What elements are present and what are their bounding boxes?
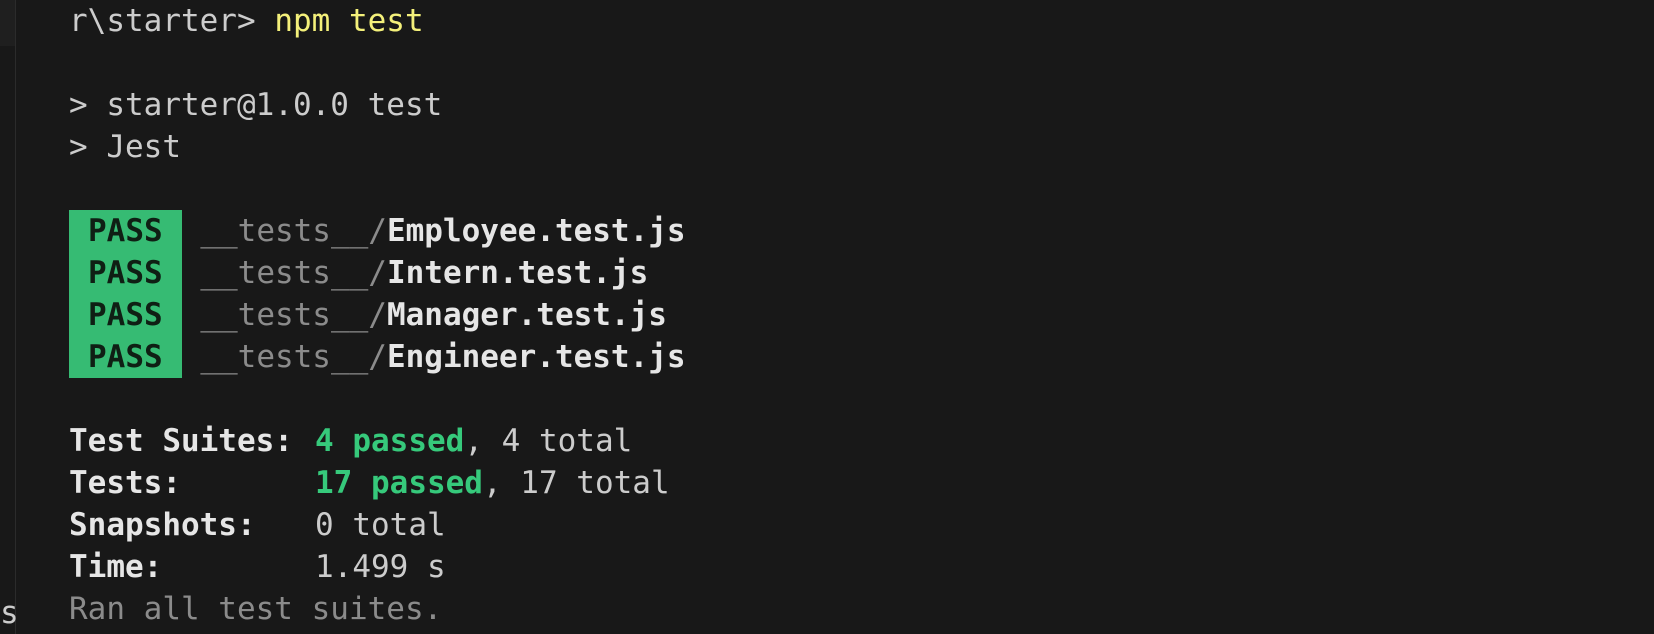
- pass-badge: PASS: [69, 294, 182, 336]
- summary-value: 1.499 s: [315, 549, 446, 585]
- summary-passed: 17 passed: [315, 465, 483, 501]
- test-dir: __tests__/: [200, 339, 387, 375]
- test-dir: __tests__/: [200, 297, 387, 333]
- summary-label: Tests:: [69, 465, 181, 501]
- prompt-path: r\starter>: [69, 3, 256, 39]
- summary-label: Time:: [69, 549, 163, 585]
- test-file: Employee.test.js: [386, 213, 686, 249]
- pass-badge: PASS: [69, 210, 182, 252]
- terminal-output: r\starter> npm test > starter@1.0.0 test…: [69, 0, 1639, 630]
- summary-tests: Tests: 17 passed, 17 total: [69, 462, 1639, 504]
- gutter-divider: [15, 0, 16, 634]
- test-dir: __tests__/: [200, 255, 387, 291]
- summary-value: 0 total: [315, 507, 446, 543]
- test-file: Manager.test.js: [386, 297, 667, 333]
- test-dir: __tests__/: [200, 213, 387, 249]
- pass-badge: PASS: [69, 336, 182, 378]
- test-result-row: PASS __tests__/Employee.test.js: [69, 210, 1639, 252]
- test-file: Intern.test.js: [386, 255, 649, 291]
- script-line: > starter@1.0.0 test: [69, 87, 443, 123]
- test-result-row: PASS __tests__/Intern.test.js: [69, 252, 1639, 294]
- summary-passed: 4 passed: [315, 423, 465, 459]
- summary-label: Snapshots:: [69, 507, 256, 543]
- terminal-panel[interactable]: s r\starter> npm test > starter@1.0.0 te…: [0, 0, 1654, 634]
- prompt-command: npm test: [274, 3, 424, 39]
- summary-total: , 4 total: [464, 423, 633, 459]
- left-gutter: [0, 0, 16, 46]
- summary-total: , 17 total: [482, 465, 670, 501]
- summary-snapshots: Snapshots: 0 total: [69, 504, 1639, 546]
- summary-label: Test Suites:: [69, 423, 293, 459]
- summary-suites: Test Suites: 4 passed, 4 total: [69, 420, 1639, 462]
- pass-badge: PASS: [69, 252, 182, 294]
- summary-footer: Ran all test suites.: [69, 591, 443, 627]
- summary-time: Time: 1.499 s: [69, 546, 1639, 588]
- clipped-edge-text: s: [0, 595, 19, 631]
- prompt-line: r\starter> npm test: [69, 0, 1639, 42]
- test-result-row: PASS __tests__/Engineer.test.js: [69, 336, 1639, 378]
- script-line: > Jest: [69, 129, 181, 165]
- test-file: Engineer.test.js: [386, 339, 686, 375]
- test-result-row: PASS __tests__/Manager.test.js: [69, 294, 1639, 336]
